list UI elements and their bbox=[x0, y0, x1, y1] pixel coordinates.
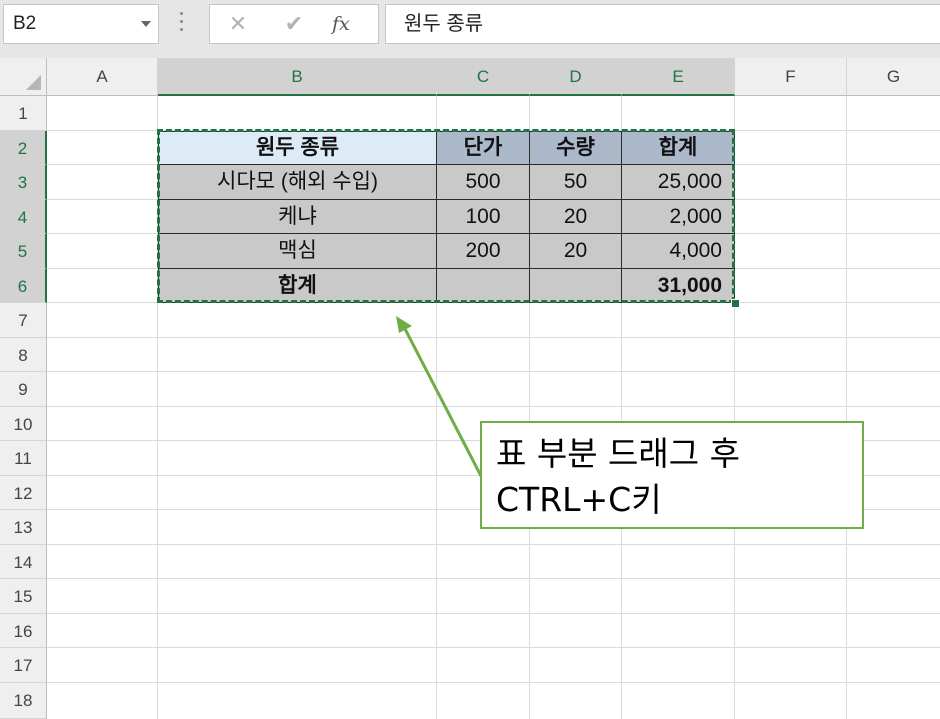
column-header-e[interactable]: E bbox=[622, 58, 735, 96]
formula-input[interactable]: 원두 종류 bbox=[385, 4, 940, 44]
row-header-12[interactable]: 12 bbox=[0, 476, 47, 510]
cell-b5[interactable]: 맥심 bbox=[158, 234, 437, 269]
formula-buttons: ✕ ✔ fx bbox=[209, 4, 379, 44]
grid-line bbox=[47, 544, 940, 545]
column-header-b[interactable]: B bbox=[158, 58, 437, 96]
column-header-c[interactable]: C bbox=[437, 58, 530, 96]
row-header-18[interactable]: 18 bbox=[0, 683, 47, 719]
cell-d5[interactable]: 20 bbox=[530, 234, 622, 269]
row-header-15[interactable]: 15 bbox=[0, 579, 47, 614]
cancel-icon[interactable]: ✕ bbox=[218, 5, 258, 43]
row-header-1[interactable]: 1 bbox=[0, 96, 47, 131]
name-box[interactable]: B2 bbox=[3, 4, 159, 44]
cell-b3[interactable]: 시다모 (해외 수입) bbox=[158, 165, 437, 200]
cell-c2[interactable]: 단가 bbox=[437, 131, 530, 165]
row-header-10[interactable]: 10 bbox=[0, 407, 47, 441]
column-header-f[interactable]: F bbox=[735, 58, 847, 96]
chevron-down-icon[interactable] bbox=[141, 21, 151, 27]
select-all-button[interactable] bbox=[0, 58, 47, 96]
cell-e6[interactable]: 31,000 bbox=[622, 269, 735, 303]
cell-e5[interactable]: 4,000 bbox=[622, 234, 735, 269]
row-header-14[interactable]: 14 bbox=[0, 545, 47, 579]
grid-line bbox=[47, 337, 940, 338]
row-header-16[interactable]: 16 bbox=[0, 614, 47, 648]
grid-line bbox=[47, 682, 940, 683]
fill-handle[interactable] bbox=[731, 299, 740, 308]
formula-bar: B2 ✕ ✔ fx 원두 종류 bbox=[0, 0, 940, 59]
instruction-callout: 표 부분 드래그 후 CTRL+C키 bbox=[480, 421, 864, 529]
name-box-value: B2 bbox=[13, 13, 37, 34]
row-header-3[interactable]: 3 bbox=[0, 165, 47, 200]
callout-line-2: CTRL+C키 bbox=[496, 480, 662, 519]
column-header-g[interactable]: G bbox=[847, 58, 940, 96]
insert-function-icon[interactable]: fx bbox=[332, 5, 350, 43]
cell-c3[interactable]: 500 bbox=[437, 165, 530, 200]
row-header-5[interactable]: 5 bbox=[0, 234, 47, 269]
row-header-9[interactable]: 9 bbox=[0, 372, 47, 407]
cell-e2[interactable]: 합계 bbox=[622, 131, 735, 165]
cell-b4[interactable]: 케냐 bbox=[158, 200, 437, 234]
cell-b2[interactable]: 원두 종류 bbox=[158, 131, 437, 165]
callout-line-1: 표 부분 드래그 후 bbox=[496, 434, 740, 473]
cell-c6[interactable] bbox=[437, 269, 530, 303]
cell-e3[interactable]: 25,000 bbox=[622, 165, 735, 200]
row-header-17[interactable]: 17 bbox=[0, 648, 47, 683]
cell-b6[interactable]: 합계 bbox=[158, 269, 437, 303]
grid-line bbox=[47, 613, 940, 614]
cell-c4[interactable]: 100 bbox=[437, 200, 530, 234]
row-header-8[interactable]: 8 bbox=[0, 338, 47, 372]
cell-d6[interactable] bbox=[530, 269, 622, 303]
grid-line bbox=[47, 647, 940, 648]
row-header-2[interactable]: 2 bbox=[0, 131, 47, 165]
row-header-7[interactable]: 7 bbox=[0, 303, 47, 338]
drag-handle-icon[interactable] bbox=[180, 12, 184, 34]
row-header-13[interactable]: 13 bbox=[0, 510, 47, 545]
grid-line bbox=[47, 406, 940, 407]
row-header-6[interactable]: 6 bbox=[0, 269, 47, 303]
select-all-icon bbox=[26, 75, 41, 90]
column-header-a[interactable]: A bbox=[47, 58, 158, 96]
grid-line bbox=[47, 578, 940, 579]
column-header-d[interactable]: D bbox=[530, 58, 622, 96]
row-header-11[interactable]: 11 bbox=[0, 441, 47, 476]
cell-d2[interactable]: 수량 bbox=[530, 131, 622, 165]
cell-d4[interactable]: 20 bbox=[530, 200, 622, 234]
enter-icon[interactable]: ✔ bbox=[274, 5, 314, 43]
cell-c5[interactable]: 200 bbox=[437, 234, 530, 269]
cell-d3[interactable]: 50 bbox=[530, 165, 622, 200]
grid-line bbox=[47, 371, 940, 372]
row-header-4[interactable]: 4 bbox=[0, 200, 47, 234]
cell-e4[interactable]: 2,000 bbox=[622, 200, 735, 234]
